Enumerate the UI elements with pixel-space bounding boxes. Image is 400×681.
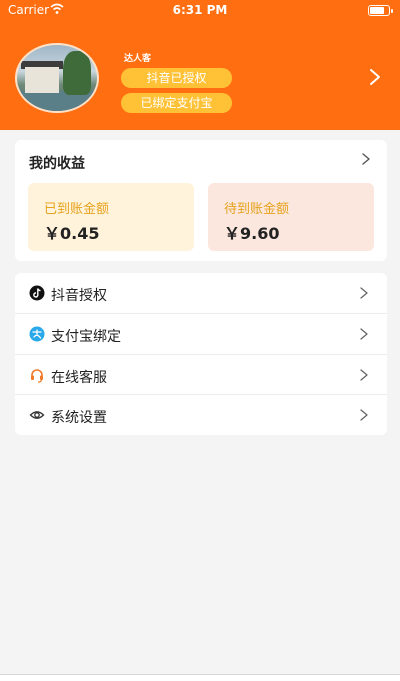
avatar[interactable]	[15, 43, 99, 113]
menu-item-label: 系统设置	[51, 410, 107, 426]
alipay-icon	[29, 326, 45, 342]
chevron-right-icon[interactable]	[368, 67, 382, 87]
chevron-right-icon[interactable]	[361, 152, 371, 166]
received-amount-box[interactable]: 已到账金额 ￥0.45	[28, 183, 194, 251]
clock: 6:31 PM	[172, 3, 228, 17]
pending-amount: ￥9.60	[224, 224, 280, 243]
earnings-card[interactable]: 我的收益 已到账金额 ￥0.45 待到账金额 ￥9.60	[15, 140, 387, 261]
alipay-bound-badge: 已绑定支付宝	[121, 93, 232, 113]
chevron-right-icon	[360, 369, 368, 381]
chevron-right-icon	[360, 409, 368, 421]
nickname: 达人客	[124, 54, 152, 64]
eye-settings-icon	[29, 411, 45, 419]
chevron-right-icon	[360, 287, 368, 299]
received-label: 已到账金额	[44, 202, 110, 217]
pending-amount-box[interactable]: 待到账金额 ￥9.60	[208, 183, 374, 251]
status-bar: Carrier 6:31 PM	[0, 0, 400, 20]
menu-item-customer-service[interactable]: 在线客服	[15, 354, 387, 394]
profile-header[interactable]: 达人客 抖音已授权 已绑定支付宝	[0, 20, 400, 130]
received-amount: ￥0.45	[44, 224, 100, 243]
earnings-title: 我的收益	[29, 156, 85, 172]
menu-item-label: 在线客服	[51, 370, 107, 386]
chevron-right-icon	[360, 328, 368, 340]
douyin-authorized-badge: 抖音已授权	[121, 68, 232, 88]
battery-icon	[368, 5, 393, 16]
menu-item-system-settings[interactable]: 系统设置	[15, 394, 387, 434]
menu-item-label: 抖音授权	[51, 288, 107, 304]
douyin-icon	[29, 285, 45, 301]
menu-item-label: 支付宝绑定	[51, 329, 121, 345]
menu-item-alipay-bind[interactable]: 支付宝绑定	[15, 313, 387, 353]
pending-label: 待到账金额	[224, 202, 290, 217]
menu-item-douyin-auth[interactable]: 抖音授权	[15, 273, 387, 313]
headset-icon	[31, 369, 43, 383]
settings-menu: 抖音授权 支付宝绑定 在线客服 系统设置	[15, 273, 387, 435]
bottom-tab-bar	[0, 674, 400, 681]
